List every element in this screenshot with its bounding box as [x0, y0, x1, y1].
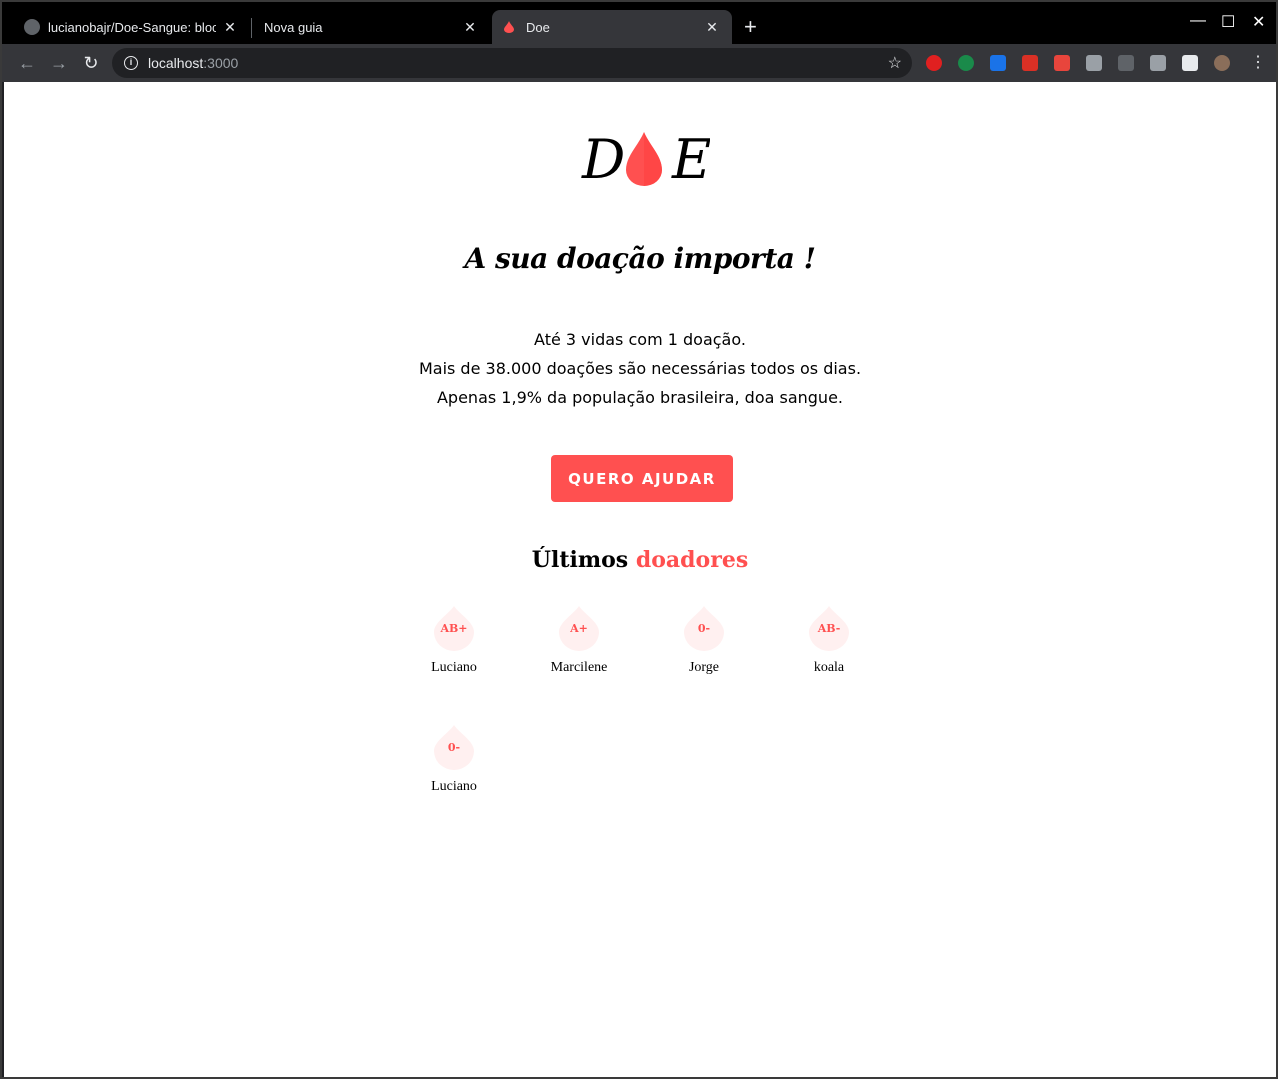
- tab-new[interactable]: Nova guia ✕: [252, 10, 490, 44]
- donors-title-accent: doadores: [635, 547, 749, 573]
- lastpass-icon[interactable]: [1054, 55, 1070, 71]
- donor-name: Luciano: [431, 660, 477, 675]
- donor-name: Jorge: [688, 660, 720, 675]
- github-icon: [24, 19, 40, 35]
- doe-logo: D E: [580, 126, 711, 191]
- blood-drop-icon: AB+: [434, 604, 474, 652]
- screenshot-extension-icon[interactable]: [1022, 55, 1038, 71]
- minimize-button[interactable]: —: [1190, 12, 1206, 30]
- close-window-button[interactable]: ✕: [1252, 12, 1265, 32]
- close-tab-icon[interactable]: ✕: [704, 19, 720, 35]
- blood-type: AB-: [817, 622, 841, 635]
- maximize-button[interactable]: ☐: [1221, 12, 1235, 32]
- donor-name: Marcilene: [550, 660, 608, 675]
- donor-card: AB+ Luciano: [404, 604, 504, 676]
- blood-type: 0-: [697, 622, 711, 635]
- blood-drop-icon: A+: [559, 604, 599, 652]
- stat-line: Apenas 1,9% da população brasileira, doa…: [436, 388, 843, 407]
- blood-type: 0-: [447, 741, 461, 754]
- donor-card: AB-koala: [779, 604, 879, 676]
- stat-line: Mais de 38.000 doações são necessárias t…: [418, 359, 862, 378]
- bookmark-star-icon[interactable]: ☆: [888, 53, 902, 73]
- puzzle-extensions-icon[interactable]: [1182, 55, 1198, 71]
- tab-github[interactable]: lucianobajr/Doe-Sangue: bloc ✕: [12, 10, 250, 44]
- browser-window: lucianobajr/Doe-Sangue: bloc ✕ Nova guia…: [0, 0, 1278, 1079]
- donors-section-title: Últimos doadores: [4, 547, 1276, 573]
- page-viewport: D E A sua doação importa ! Até 3 vidas c…: [4, 82, 1276, 1077]
- blood-drop-icon: 0-: [434, 723, 474, 771]
- reload-button[interactable]: ↻: [80, 52, 102, 74]
- donors-title-prefix: Últimos: [531, 547, 629, 573]
- image-extension-icon[interactable]: [1150, 55, 1166, 71]
- donor-card: 0- Luciano: [404, 723, 504, 795]
- url-host: localhost: [148, 55, 204, 71]
- donor-card: 0- Jorge: [654, 604, 754, 676]
- tab-title: lucianobajr/Doe-Sangue: bloc: [48, 19, 216, 35]
- donor-card: A+ Marcilene: [529, 604, 629, 676]
- back-button[interactable]: ←: [16, 52, 38, 74]
- page-headline: A sua doação importa !: [464, 242, 816, 275]
- donor-name: koala: [813, 660, 845, 675]
- tab-doe-active[interactable]: Doe ✕: [492, 10, 732, 44]
- logo-letter-d: D: [581, 128, 625, 190]
- lightning-extension-icon[interactable]: [1118, 55, 1134, 71]
- adblock-icon[interactable]: [926, 55, 942, 71]
- new-tab-button[interactable]: +: [744, 16, 757, 38]
- address-bar[interactable]: i localhost :3000 ☆: [112, 48, 912, 78]
- logo-letter-e: E: [671, 128, 710, 190]
- profile-avatar[interactable]: [1214, 55, 1230, 71]
- cube-extension-icon[interactable]: [990, 55, 1006, 71]
- blood-drop-favicon-icon: [504, 21, 514, 33]
- close-tab-icon[interactable]: ✕: [462, 19, 478, 35]
- stats-text: Até 3 vidas com 1 doação. Mais de 38.000…: [4, 328, 1276, 415]
- help-button[interactable]: QUERO AJUDAR: [551, 455, 733, 502]
- tab-title: Nova guia: [264, 19, 323, 35]
- blood-type: A+: [570, 622, 588, 635]
- browser-menu-icon[interactable]: ⋮: [1250, 52, 1266, 74]
- donor-name: Luciano: [431, 779, 477, 794]
- blood-drop-icon: AB-: [809, 604, 849, 652]
- stat-line: Até 3 vidas com 1 doação.: [534, 330, 746, 349]
- tab-strip: lucianobajr/Doe-Sangue: bloc ✕ Nova guia…: [2, 2, 1276, 44]
- browser-toolbar: ← → ↻ i localhost :3000 ☆ ⋮: [2, 44, 1276, 82]
- tab-title: Doe: [526, 19, 550, 35]
- url-port: :3000: [203, 55, 239, 71]
- forward-button[interactable]: →: [48, 52, 70, 74]
- utorrent-icon[interactable]: [958, 55, 974, 71]
- blood-type: AB+: [440, 622, 468, 635]
- download-extension-icon[interactable]: [1086, 55, 1102, 71]
- site-info-icon[interactable]: i: [124, 56, 138, 70]
- close-tab-icon[interactable]: ✕: [222, 19, 238, 35]
- blood-drop-icon: 0-: [684, 604, 724, 652]
